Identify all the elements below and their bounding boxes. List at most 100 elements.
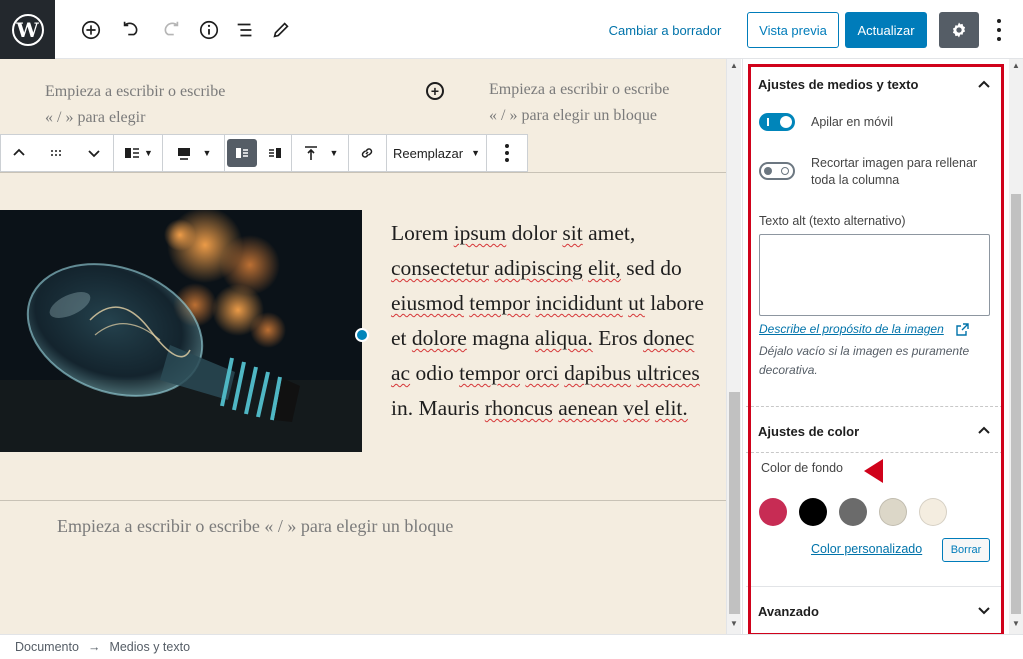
block-boundary-top [0,172,726,173]
resize-handle[interactable] [355,328,369,342]
breadcrumb: Documento → Medios y texto [0,634,1023,659]
editor-canvas[interactable]: Empieza a escribir o escribe « / » para … [0,59,726,634]
stack-on-mobile-label: Apilar en móvil [811,115,893,129]
background-color-label: Color de fondo [761,461,844,475]
media-text-word: magna [472,326,530,350]
alt-text-help-line2: decorativa. [759,363,818,377]
custom-color-link[interactable]: Color personalizado [811,542,922,556]
crop-image-toggle[interactable] [759,162,795,180]
switch-to-draft-button[interactable]: Cambiar a borrador [600,20,730,42]
move-up-icon[interactable] [1,135,37,171]
media-text-word: ultrices [636,361,700,385]
media-text-word: Lorem [391,221,449,245]
edit-mode-icon[interactable] [269,18,293,42]
move-down-icon[interactable] [75,135,113,171]
breadcrumb-document[interactable]: Documento [15,640,79,654]
chevron-up-icon[interactable] [977,425,991,435]
alt-text-help-line1: Déjalo vacío si la imagen es puramente [759,344,970,358]
color-settings-title[interactable]: Ajustes de color [758,424,859,439]
media-text-word: elit, [588,256,621,280]
media-text-word: aenean [558,396,618,420]
media-text-word: aliqua. [534,326,593,350]
media-text-word: Mauris [418,396,480,420]
external-link-icon [956,323,969,336]
alt-text-input[interactable] [759,234,990,316]
drag-handle-icon[interactable] [37,135,75,171]
panel-separator [746,452,1003,453]
align-wide-icon[interactable]: ▼ [163,135,223,171]
media-right-icon[interactable] [259,135,291,171]
block-more-options-icon[interactable] [487,135,527,171]
breadcrumb-separator: → [87,640,101,654]
media-text-word: ipsum [453,221,507,245]
media-text-word: amet, [588,221,636,245]
media-text-word: do [660,256,682,280]
media-text-word: sed [626,256,655,280]
block-toolbar: ▼ ▼ ▼ Reemplazar ▼ [0,134,528,172]
media-text-word: dolore [411,326,467,350]
color-swatch[interactable] [839,498,867,526]
editor-scrollbar[interactable]: ▲ ▼ [726,59,741,634]
media-text-word: rhoncus [484,396,553,420]
advanced-settings-title[interactable]: Avanzado [758,604,819,619]
color-swatch[interactable] [919,498,947,526]
block-boundary-bottom [0,500,726,501]
media-text-word: labore [650,291,704,315]
media-text-settings-title[interactable]: Ajustes de medios y texto [758,77,918,92]
media-text-word: sit [562,221,583,245]
panel-separator [746,406,1003,407]
preview-button[interactable]: Vista previa [747,12,839,48]
media-text-word: orci [525,361,559,385]
redo-icon [159,18,183,42]
settings-gear-icon[interactable] [939,12,979,48]
stack-on-mobile-toggle[interactable] [759,113,795,131]
media-text-word: dapibus [564,361,632,385]
add-block-icon[interactable] [79,18,103,42]
block-navigation-icon[interactable] [233,18,257,42]
media-text-word: ut [628,291,645,315]
panel-separator [746,586,1003,587]
crop-image-label-line1: Recortar imagen para rellenar [811,156,978,170]
vertical-align-top-icon[interactable]: ▼ [292,135,348,171]
media-text-word: elit. [654,396,688,420]
color-swatch[interactable] [759,498,787,526]
replace-media-button[interactable]: Reemplazar ▼ [387,135,486,171]
media-text-word: tempor [469,291,531,315]
media-text-word: eiusmod [391,291,464,315]
breadcrumb-media-text[interactable]: Medios y texto [109,640,190,654]
describe-image-purpose-link[interactable]: Describe el propósito de la imagen [759,322,944,336]
clear-color-button[interactable]: Borrar [942,538,990,562]
media-text-word: donec [643,326,695,350]
color-swatch[interactable] [879,498,907,526]
media-left-icon[interactable] [226,139,257,167]
column-placeholder-left[interactable]: Empieza a escribir o escribe « / » para … [45,79,235,131]
undo-icon[interactable] [119,18,143,42]
chevron-down-icon[interactable] [977,606,991,616]
media-text-word: ac [391,361,411,385]
link-icon[interactable] [349,135,386,171]
media-text-word: tempor [459,361,520,385]
lightbulb-image[interactable] [0,210,362,452]
alt-text-label: Texto alt (texto alternativo) [759,214,906,228]
update-button[interactable]: Actualizar [845,12,927,48]
add-block-inline-icon[interactable]: + [426,82,444,100]
media-text-paragraph[interactable]: Lorem ipsum dolor sit amet, consectetur … [391,216,711,426]
color-swatch[interactable] [799,498,827,526]
sidebar-scrollbar[interactable]: ▲ ▼ [1009,59,1023,634]
info-icon[interactable] [197,18,221,42]
block-type-switcher-icon[interactable]: ▼ [114,135,162,171]
describe-image-purpose-text: Describe el propósito de la imagen [759,322,944,336]
crop-image-label-line2: toda la columna [811,173,900,187]
media-text-word: incididunt [535,291,623,315]
paragraph-placeholder[interactable]: Empieza a escribir o escribe « / » para … [57,516,453,537]
chevron-up-icon[interactable] [977,79,991,89]
media-text-word: Eros [598,326,638,350]
media-text-word: dolor [511,221,558,245]
wordpress-logo-icon[interactable]: W [0,0,55,59]
more-options-icon[interactable] [987,17,1011,43]
replace-media-label: Reemplazar [392,145,464,161]
top-toolbar: W Cambiar a borrador Vista previa Actual… [0,0,1023,59]
media-text-word: in. [391,396,414,420]
media-text-word: adipiscing [494,256,583,280]
column-placeholder-right[interactable]: Empieza a escribir o escribe « / » para … [489,77,679,129]
